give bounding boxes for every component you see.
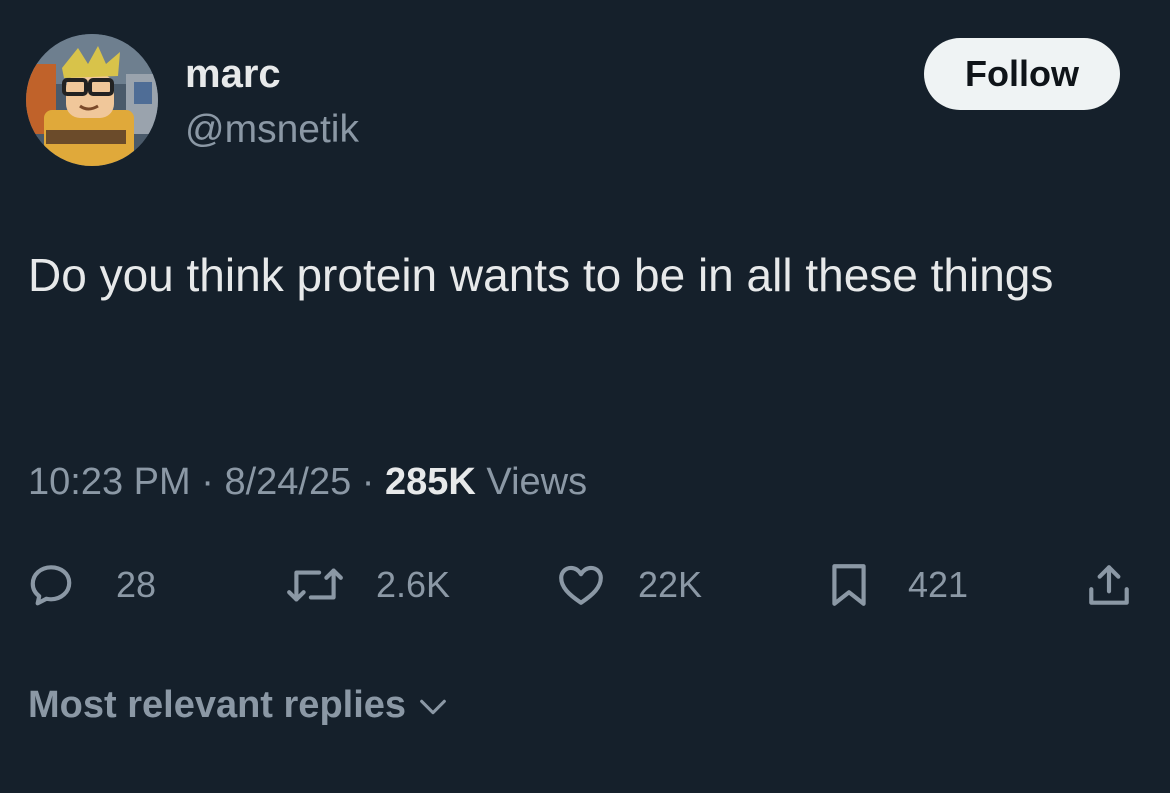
bookmark-button[interactable]: 421: [824, 554, 968, 616]
bookmark-count: 421: [908, 564, 969, 605]
reply-count: 28: [116, 564, 157, 605]
meta-separator: ·: [361, 461, 375, 503]
tweet-time[interactable]: 10:23 PM: [28, 461, 191, 503]
like-count: 22K: [638, 564, 703, 605]
views-count: 285K: [385, 461, 476, 503]
follow-button[interactable]: Follow: [924, 38, 1120, 110]
bookmark-icon: [832, 564, 866, 606]
replies-sort-dropdown[interactable]: Most relevant replies: [28, 680, 450, 730]
tweet-meta: 10:23 PM · 8/24/25 · 285K Views: [28, 457, 587, 507]
repost-count: 2.6K: [376, 564, 451, 605]
repost-icon: [287, 568, 343, 602]
action-bar: 28 2.6K 22K 421: [26, 554, 1144, 616]
display-name[interactable]: marc: [185, 50, 281, 98]
like-button[interactable]: 22K: [556, 554, 702, 616]
avatar[interactable]: [26, 34, 158, 166]
share-icon: [1089, 565, 1129, 605]
user-handle[interactable]: @msnetik: [185, 106, 359, 154]
reply-button[interactable]: 28: [26, 554, 156, 616]
tweet-header: marc @msnetik Follow: [26, 34, 1120, 168]
heart-icon: [559, 565, 603, 605]
views-label: Views: [486, 461, 588, 503]
chevron-down-icon: [420, 699, 446, 715]
repost-button[interactable]: 2.6K: [284, 554, 450, 616]
share-button[interactable]: [1084, 554, 1134, 616]
tweet-text: Do you think protein wants to be in all …: [28, 249, 1054, 301]
reply-icon: [30, 565, 72, 606]
meta-separator: ·: [201, 461, 214, 503]
avatar-image: [26, 34, 158, 166]
replies-sort-label: Most relevant replies: [28, 684, 407, 726]
tweet-date[interactable]: 8/24/25: [224, 461, 351, 503]
